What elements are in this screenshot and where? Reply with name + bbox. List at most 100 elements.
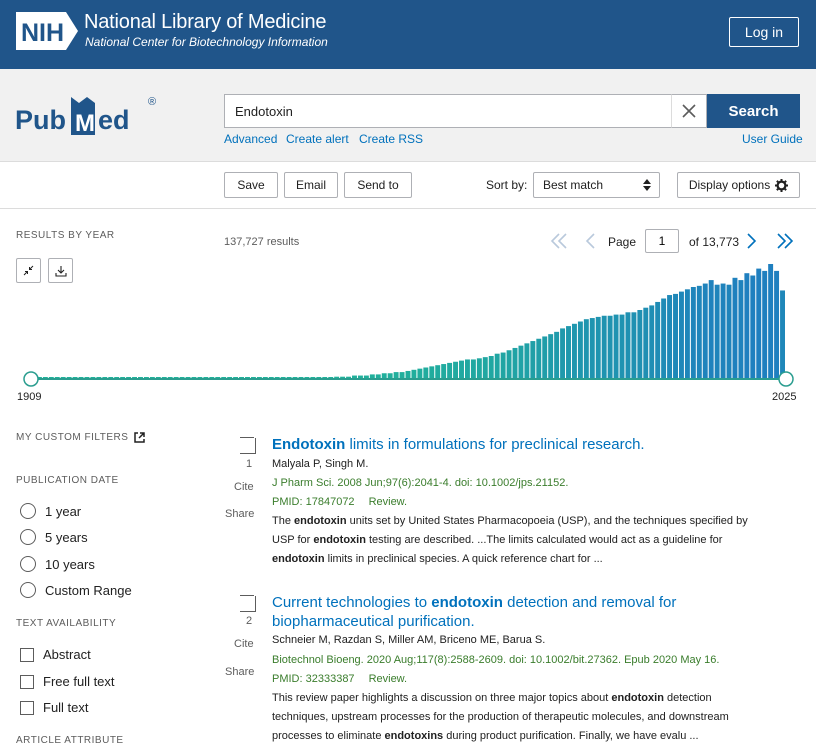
filter-1-year[interactable]: 1 year	[20, 503, 81, 519]
year-bar[interactable]	[589, 318, 595, 379]
year-bar[interactable]	[500, 352, 506, 379]
result-1-title[interactable]: Endotoxin limits in formulations for pre…	[272, 435, 792, 454]
year-bar[interactable]	[595, 316, 601, 379]
create-alert-link[interactable]: Create alert	[286, 132, 349, 146]
year-bar[interactable]	[518, 345, 524, 379]
year-bar[interactable]	[429, 366, 435, 379]
result-1-checkbox[interactable]	[240, 437, 256, 454]
search-input[interactable]	[224, 94, 672, 128]
clear-search-button[interactable]	[671, 94, 707, 128]
year-bar[interactable]	[554, 331, 560, 379]
year-bar[interactable]	[506, 350, 512, 379]
login-button[interactable]: Log in	[729, 17, 799, 47]
filter-abstract[interactable]: Abstract	[20, 647, 91, 662]
year-bar[interactable]	[756, 268, 762, 379]
search-button[interactable]: Search	[707, 94, 800, 128]
result-1-share-button[interactable]: Share	[225, 508, 254, 520]
year-bar[interactable]	[625, 312, 631, 379]
year-bar[interactable]	[536, 338, 542, 379]
year-bar[interactable]	[601, 315, 607, 379]
year-bar[interactable]	[482, 357, 488, 379]
year-bar[interactable]	[393, 372, 399, 379]
year-bar[interactable]	[661, 298, 667, 380]
result-2-checkbox[interactable]	[240, 595, 256, 612]
year-bar[interactable]	[542, 336, 548, 379]
nlm-title[interactable]: National Library of Medicine	[84, 11, 327, 34]
my-custom-filters[interactable]: MY CUSTOM FILTERS	[16, 432, 146, 443]
year-bar[interactable]	[583, 319, 589, 379]
year-bar[interactable]	[613, 314, 619, 379]
year-bar[interactable]	[476, 358, 482, 379]
year-bar[interactable]	[631, 312, 637, 379]
last-page-icon[interactable]	[776, 233, 794, 249]
year-bar[interactable]	[690, 287, 696, 379]
year-bar[interactable]	[560, 328, 566, 379]
page-number-input[interactable]	[645, 229, 679, 253]
nih-logo-icon[interactable]: NIH	[16, 12, 78, 50]
save-button[interactable]: Save	[224, 172, 278, 198]
year-bar[interactable]	[762, 270, 768, 379]
year-bar[interactable]	[405, 370, 411, 379]
year-bar[interactable]	[667, 295, 673, 379]
results-by-year-chart[interactable]	[0, 258, 816, 408]
year-bar[interactable]	[447, 362, 453, 379]
filter-custom-range[interactable]: Custom Range	[20, 582, 132, 598]
year-bar[interactable]	[774, 270, 780, 379]
result-2-cite-button[interactable]: Cite	[234, 638, 254, 650]
display-options-button[interactable]: Display options	[677, 172, 800, 198]
year-bar[interactable]	[720, 283, 726, 379]
advanced-link[interactable]: Advanced	[224, 132, 277, 146]
year-bar[interactable]	[441, 364, 447, 379]
year-bar[interactable]	[607, 315, 613, 379]
year-bar[interactable]	[494, 353, 500, 379]
result-2-title[interactable]: Current technologies to endotoxin detect…	[272, 593, 792, 631]
year-bar[interactable]	[548, 334, 554, 379]
year-bar[interactable]	[619, 314, 625, 379]
year-bar[interactable]	[708, 280, 714, 379]
filter-full-text[interactable]: Full text	[20, 700, 89, 715]
year-bar[interactable]	[488, 356, 494, 379]
result-1-cite-button[interactable]: Cite	[234, 481, 254, 493]
year-bar[interactable]	[732, 277, 738, 379]
year-bar[interactable]	[411, 369, 417, 379]
first-page-icon[interactable]	[550, 233, 568, 249]
year-bar[interactable]	[744, 273, 750, 379]
year-bar[interactable]	[399, 372, 405, 379]
year-bar[interactable]	[464, 359, 470, 379]
end-year-handle[interactable]	[778, 371, 794, 387]
year-bar[interactable]	[738, 280, 744, 379]
year-bar[interactable]	[577, 321, 583, 380]
year-bar[interactable]	[470, 359, 476, 379]
year-bar[interactable]	[530, 341, 536, 379]
year-bar[interactable]	[417, 368, 423, 379]
create-rss-link[interactable]: Create RSS	[359, 132, 423, 146]
year-bar[interactable]	[637, 310, 643, 379]
year-bar[interactable]	[649, 305, 655, 379]
year-bar[interactable]	[696, 285, 702, 379]
filter-10-years[interactable]: 10 years	[20, 556, 95, 572]
result-2-share-button[interactable]: Share	[225, 666, 254, 678]
pubmed-logo[interactable]: Pub ed ® M	[15, 91, 165, 141]
user-guide-link[interactable]: User Guide	[742, 132, 803, 146]
year-bar[interactable]	[571, 323, 577, 379]
year-bar[interactable]	[684, 289, 690, 379]
year-bar[interactable]	[780, 290, 785, 379]
year-bar[interactable]	[768, 264, 774, 379]
filter-5-years[interactable]: 5 years	[20, 529, 88, 545]
year-bar[interactable]	[566, 326, 571, 379]
year-bar[interactable]	[678, 291, 684, 379]
year-bar[interactable]	[524, 343, 530, 379]
year-bar[interactable]	[435, 365, 441, 379]
sort-select[interactable]: Best match	[533, 172, 660, 198]
next-page-icon[interactable]	[746, 233, 758, 249]
year-bar[interactable]	[643, 307, 649, 379]
year-bar[interactable]	[726, 284, 732, 379]
year-bar[interactable]	[714, 284, 720, 379]
year-bar[interactable]	[655, 301, 661, 379]
year-bar[interactable]	[750, 275, 756, 380]
year-bar[interactable]	[512, 347, 518, 379]
year-bar[interactable]	[702, 283, 708, 379]
prev-page-icon[interactable]	[584, 233, 596, 249]
year-bar[interactable]	[423, 367, 429, 380]
year-bar[interactable]	[453, 361, 459, 379]
